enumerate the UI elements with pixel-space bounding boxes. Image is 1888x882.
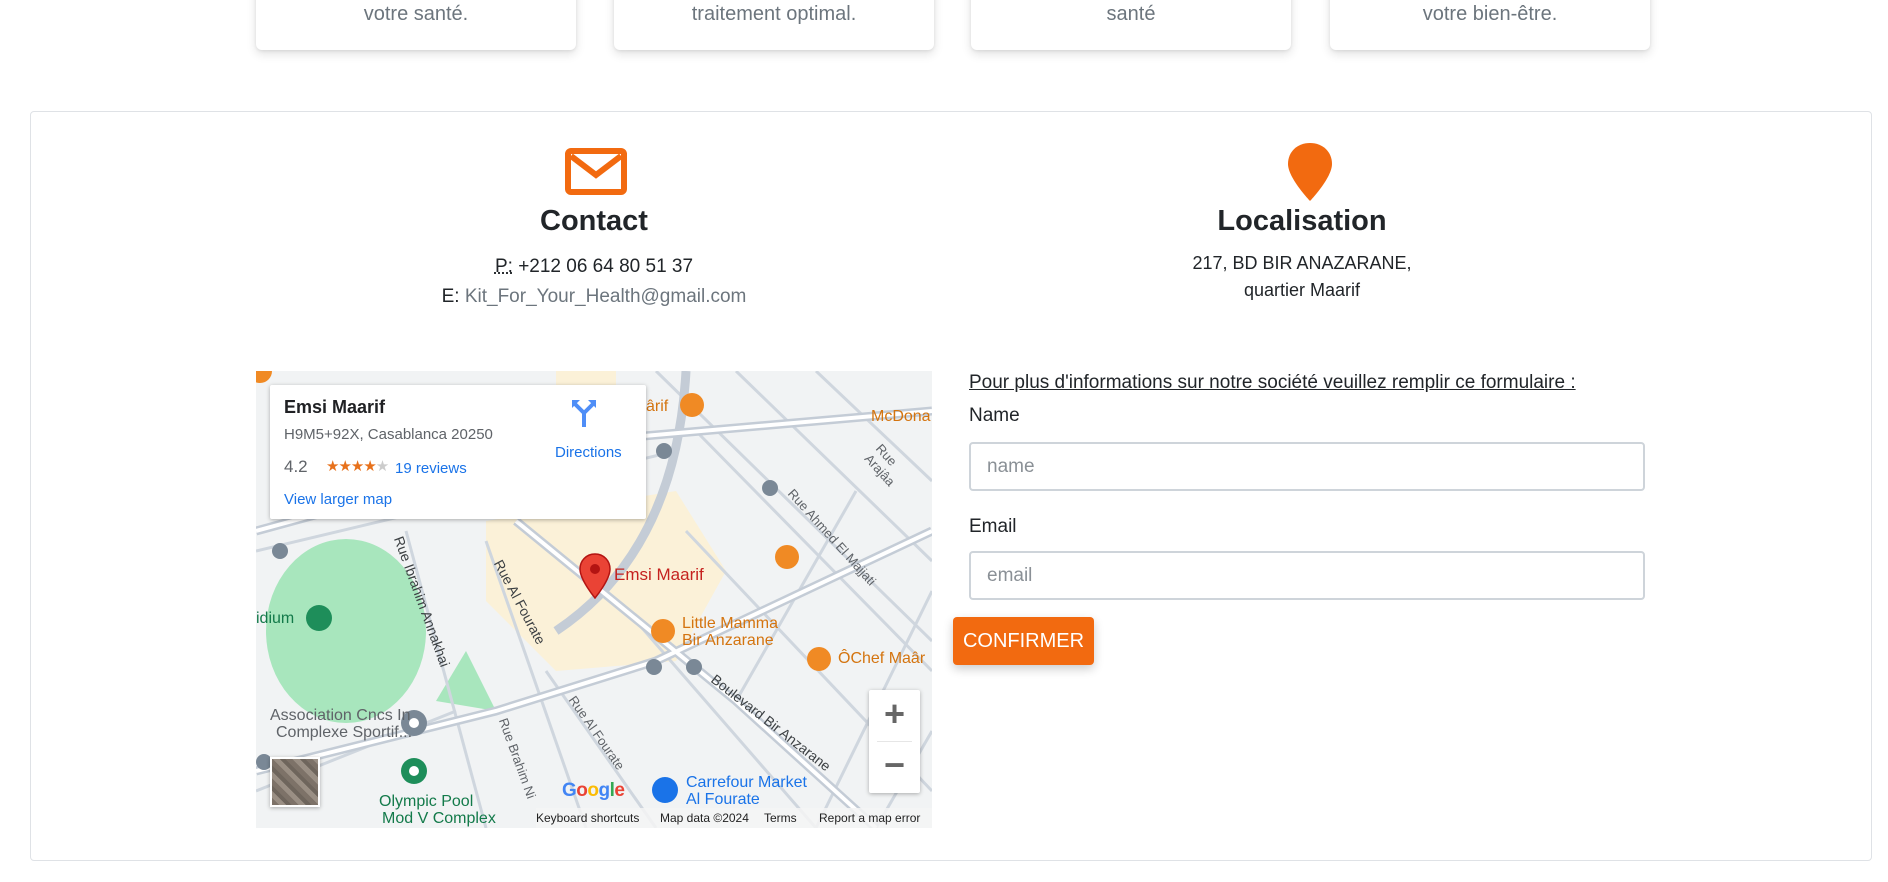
marker-label: Emsi Maarif [614,565,704,584]
phone-abbr: P: [494,256,513,277]
location-section: Localisation 217, BD BIR ANAZARANE, quar… [964,205,1640,304]
keyboard-shortcuts-link[interactable]: Keyboard shortcuts [536,811,639,825]
email-input[interactable] [969,551,1645,600]
map-label: Mod V Complex [382,810,496,827]
zoom-controls: + − [869,690,920,793]
feature-card-text: santé [1106,3,1156,25]
confirm-button[interactable]: CONFIRMER [953,617,1094,665]
map-data-text: Map data ©2024 [660,811,749,825]
map-label: Little Mamma [682,615,779,632]
map-label: Al Fourate [686,791,760,808]
feature-card-text: votre santé. [363,3,469,25]
rating-stars-icon: ★★★★★ [326,458,389,475]
envelope-icon [565,148,627,200]
map-label: Complexe Sportif... [276,724,413,741]
place-name: Emsi Maarif [284,397,386,417]
contact-phone-line: P: +212 06 64 80 51 37 [256,252,932,282]
embedded-map[interactable]: ârif McDona idium Little Mamma Bir Anzar… [256,371,932,828]
name-label: Name [969,405,1020,426]
satellite-toggle-button[interactable] [270,757,320,807]
map-pin-icon [1286,141,1334,208]
address-line-2: quartier Maarif [1243,280,1361,300]
google-logo: Google [562,780,625,801]
contact-title: Contact [540,205,648,237]
contact-section: Contact P: +212 06 64 80 51 37 E: Kit_Fo… [256,205,932,312]
feature-card: santé [971,0,1291,50]
name-input[interactable] [969,442,1645,491]
phone-number: +212 06 64 80 51 37 [518,256,694,277]
map-label: Olympic Pool [379,793,474,810]
map-label: ÔChef Maâr [838,650,926,667]
feature-card: votre bien-être. [1330,0,1650,50]
location-marker-icon[interactable] [579,553,611,604]
terms-link[interactable]: Terms [764,811,797,825]
view-larger-map-link[interactable]: View larger map [284,491,392,508]
info-request-form: Pour plus d'informations sur notre socié… [969,372,1645,600]
map-label: idium [256,610,295,627]
email-label: Email [969,516,1017,537]
zoom-out-button[interactable]: − [869,741,920,792]
feature-card-text: votre bien-être. [1422,3,1558,25]
directions-icon[interactable] [571,399,597,432]
feature-card: votre santé. [256,0,576,50]
place-info-card: Emsi Maarif H9M5+92X, Casablanca 20250 4… [270,385,646,519]
report-map-error-link[interactable]: Report a map error [819,811,920,825]
map-label: Bir Anzarane [682,632,774,649]
map-label: Association Cncs In [270,707,411,724]
location-title: Localisation [1217,205,1387,237]
place-address: H9M5+92X, Casablanca 20250 [284,426,493,443]
address-line-1: 217, BD BIR ANAZARANE, [1192,253,1412,273]
email-label: E: [441,286,460,307]
place-rating: 4.2 [284,457,308,476]
reviews-link[interactable]: 19 reviews [395,460,467,477]
feature-card: traitement optimal. [614,0,934,50]
directions-link[interactable]: Directions [555,444,622,461]
map-attribution: Keyboard shortcuts Map data ©2024 Terms … [536,808,932,828]
map-label: Carrefour Market [686,774,807,791]
feature-card-text: traitement optimal. [691,3,857,25]
form-intro: Pour plus d'informations sur notre socié… [969,372,1576,393]
email-link[interactable]: Kit_For_Your_Health@gmail.com [465,286,747,307]
contact-email-line: E: Kit_For_Your_Health@gmail.com [256,282,932,312]
map-label: McDona [871,408,931,425]
map-label: ârif [646,398,669,415]
zoom-in-button[interactable]: + [869,690,920,741]
